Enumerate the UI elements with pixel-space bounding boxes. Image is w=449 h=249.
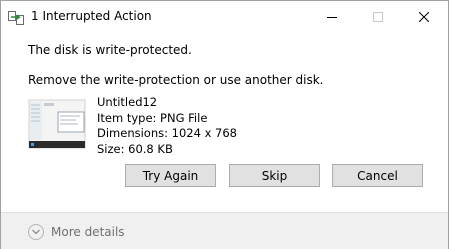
maximize-icon — [373, 7, 383, 26]
window-title: 1 Interrupted Action — [31, 9, 152, 23]
try-again-button[interactable]: Try Again — [125, 164, 216, 187]
title-bar[interactable]: 1 Interrupted Action — [1, 1, 448, 32]
minimize-icon — [327, 7, 337, 26]
file-info: Untitled12 Item type: PNG File Dimension… — [97, 95, 237, 157]
dialog-footer: More details — [1, 212, 448, 249]
file-name: Untitled12 — [97, 95, 158, 109]
maximize-button — [355, 1, 401, 32]
chevron-down-icon — [28, 224, 44, 240]
dialog-heading: The disk is write-protected. — [28, 43, 192, 57]
more-details-label: More details — [51, 225, 125, 239]
file-dimensions: Dimensions: 1024 x 768 — [97, 126, 237, 140]
close-icon — [418, 7, 430, 26]
file-type: Item type: PNG File — [97, 110, 208, 125]
minimize-button[interactable] — [309, 1, 355, 32]
dialog-window: 1 Interrupted Action The disk is write-p… — [0, 0, 449, 249]
file-size: Size: 60.8 KB — [97, 141, 173, 156]
file-transfer-icon — [8, 10, 24, 25]
close-button[interactable] — [401, 1, 447, 32]
cancel-button[interactable]: Cancel — [332, 164, 423, 187]
file-thumbnail — [28, 96, 86, 152]
dialog-instruction: Remove the write-protection or use anoth… — [28, 73, 324, 87]
skip-button[interactable]: Skip — [229, 164, 320, 187]
more-details-toggle[interactable]: More details — [28, 221, 125, 243]
